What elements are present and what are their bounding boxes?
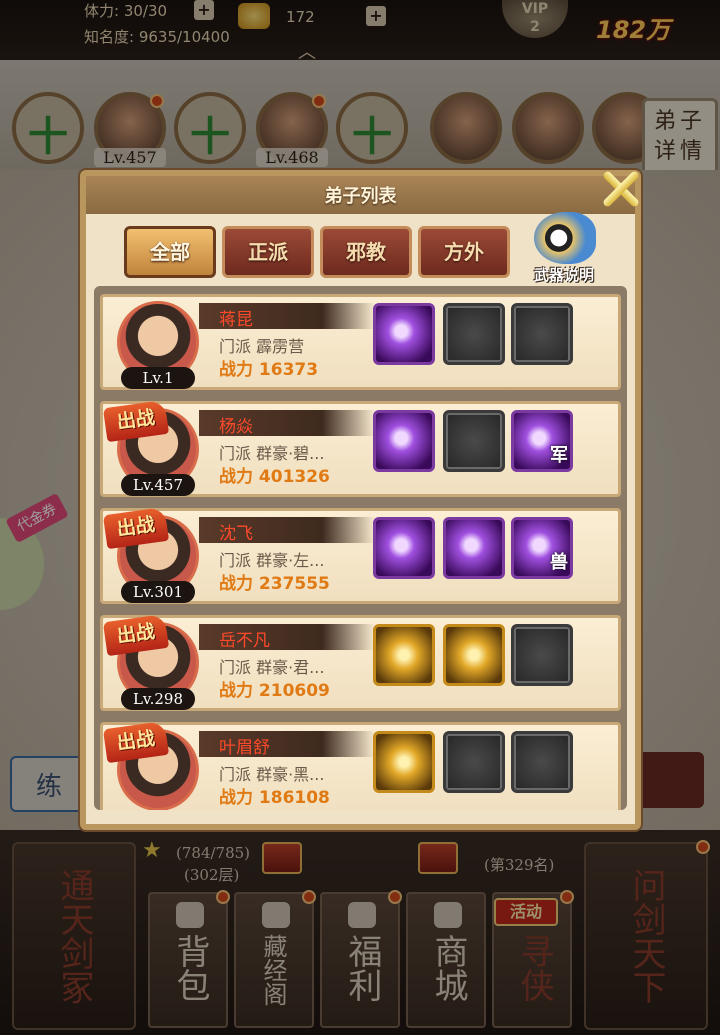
disciple-row[interactable]: Lv.457 出战 杨焱 门派 群豪·碧... 战力 401326 军 [100, 399, 621, 497]
modal-header: 弟子列表 [86, 176, 635, 214]
tab-evil[interactable]: 邪教 [320, 226, 412, 278]
disciple-power: 战力 186108 [219, 788, 330, 808]
disciple-sect: 门派 群豪·左... [219, 551, 325, 570]
disciple-sect: 门派 霹雳营 [219, 337, 305, 356]
skill-slot-empty[interactable] [443, 410, 505, 472]
skill-slot[interactable] [373, 410, 435, 472]
skill-slot[interactable] [373, 303, 435, 365]
skill-slot[interactable] [443, 517, 505, 579]
disciple-level: Lv.457 [121, 474, 195, 496]
disciple-sect: 门派 群豪·黑... [219, 765, 325, 784]
disciple-row[interactable]: Lv.298 出战 岳不凡 门派 群豪·君... 战力 210609 [100, 613, 621, 711]
disciple-level: Lv.1 [121, 367, 195, 389]
skill-slot[interactable] [373, 624, 435, 686]
weapon-info-label: 武器说明 [533, 266, 594, 284]
skill-slot[interactable] [373, 517, 435, 579]
disciple-row[interactable]: 出战 叶眉舒 门派 群豪·黑... 战力 186108 [100, 720, 621, 810]
skill-slot-empty[interactable] [511, 731, 573, 793]
modal-title: 弟子列表 [324, 186, 397, 207]
disciple-power: 战力 237555 [219, 574, 330, 594]
disciple-name: 沈飞 [219, 524, 253, 544]
skill-slot[interactable]: 军 [511, 410, 573, 472]
skill-slot[interactable]: 兽 [511, 517, 573, 579]
skill-slot[interactable] [443, 624, 505, 686]
close-icon[interactable] [596, 166, 646, 212]
disciple-name: 岳不凡 [219, 631, 270, 651]
skill-tag: 军 [550, 445, 568, 466]
disciple-sect: 门派 群豪·碧... [219, 444, 325, 463]
skill-slot-empty[interactable] [443, 303, 505, 365]
weapon-info-button[interactable]: 武器说明 [524, 212, 604, 290]
disciple-row[interactable]: Lv.1 蒋昆 门派 霹雳营 战力 16373 [100, 294, 621, 390]
disciple-list-modal: 弟子列表 全部 正派 邪教 方外 武器说明 Lv.1 蒋昆 门派 霹雳营 战力 … [80, 170, 641, 830]
skill-slot-empty[interactable] [511, 303, 573, 365]
skill-slot-empty[interactable] [511, 624, 573, 686]
disciple-list[interactable]: Lv.1 蒋昆 门派 霹雳营 战力 16373 Lv.457 出战 杨焱 门派 … [94, 286, 627, 810]
skill-slot-empty[interactable] [443, 731, 505, 793]
skill-slot[interactable] [373, 731, 435, 793]
skill-tag: 兽 [550, 552, 568, 573]
disciple-sect: 门派 群豪·君... [219, 658, 325, 677]
disciple-level: Lv.298 [121, 688, 195, 710]
tab-all[interactable]: 全部 [124, 226, 216, 278]
weapon-emblem-icon [534, 212, 596, 264]
disciple-row[interactable]: Lv.301 出战 沈飞 门派 群豪·左... 战力 237555 兽 [100, 506, 621, 604]
disciple-name: 杨焱 [219, 417, 253, 437]
disciple-power: 战力 401326 [219, 467, 330, 487]
disciple-name: 叶眉舒 [219, 738, 270, 758]
disciple-power: 战力 210609 [219, 681, 330, 701]
tab-outsider[interactable]: 方外 [418, 226, 510, 278]
tab-orthodox[interactable]: 正派 [222, 226, 314, 278]
disciple-power: 战力 16373 [219, 360, 319, 380]
disciple-name: 蒋昆 [219, 310, 253, 330]
disciple-level: Lv.301 [121, 581, 195, 603]
